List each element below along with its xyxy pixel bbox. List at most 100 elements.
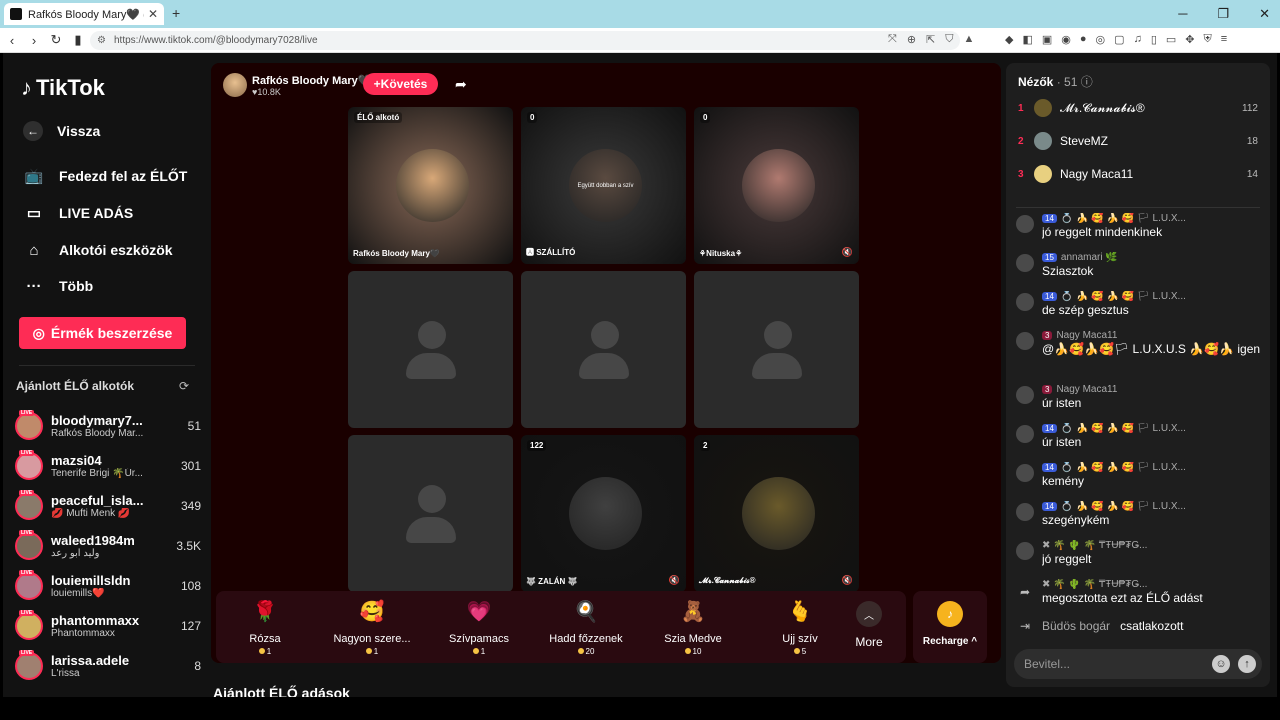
recommended-creator[interactable]: LIVE larissa.adele L'rissa 8 — [15, 649, 201, 683]
nav-more[interactable]: ··· Több — [23, 275, 94, 297]
recharge-button[interactable]: ♪ Recharge ^ — [913, 591, 987, 663]
vpn-icon[interactable]: ⛨ — [1204, 33, 1212, 46]
forward-icon[interactable]: › — [24, 33, 44, 48]
wallet-icon[interactable]: ▭ — [1166, 33, 1176, 46]
translate-icon[interactable]: ⤧ — [888, 33, 897, 46]
gift-item[interactable]: 💗 Szívpamacs 1 — [434, 597, 524, 657]
creator-subtitle: وليد ابو رعد — [51, 548, 100, 559]
back-icon[interactable]: ‹ — [2, 33, 22, 48]
menu-icon[interactable]: ≡ — [1221, 33, 1227, 46]
extensions-icon[interactable]: ✥ — [1185, 33, 1194, 46]
recommended-creator[interactable]: LIVE mazsi04 Tenerife Brigi 🌴Úr... 301 — [15, 449, 201, 483]
coin-icon — [365, 648, 372, 654]
extension-icon[interactable]: ◧ — [1022, 33, 1032, 46]
extension-icon[interactable]: ● — [1080, 33, 1087, 46]
recommended-creator[interactable]: LIVE bloodymary7... Rafkós Bloody Mar... 51 — [15, 409, 201, 443]
help-icon[interactable]: ⓘ — [1081, 75, 1093, 89]
guest-avatar — [742, 477, 815, 550]
minimize-icon[interactable]: ─ — [1178, 6, 1187, 22]
message-avatar[interactable] — [1016, 542, 1034, 560]
share-icon[interactable]: ➦ — [455, 76, 467, 93]
top-viewer-row[interactable]: 1 𝓜𝓻.𝓒𝓪𝓷𝓷𝓪𝓫𝓲𝓼® 112 — [1018, 97, 1258, 119]
message-username[interactable]: 💍 🍌 🥰 🍌 🥰 🏳 L.U.X... — [1061, 501, 1186, 512]
url-field[interactable]: ⚙ https://www.tiktok.com/@bloodymary7028… — [90, 31, 960, 50]
guest-video-tile[interactable]: 2 𝓜𝓻.𝓒𝓪𝓷𝓷𝓪𝓫𝓲𝓼® 🔇 — [694, 435, 859, 592]
guest-video-tile[interactable]: ÉLŐ alkotó Rafkós Bloody Mary🖤 — [348, 107, 513, 264]
refresh-icon[interactable]: ⟳ — [179, 379, 189, 393]
new-tab-icon[interactable]: + — [172, 5, 180, 21]
message-username[interactable]: 💍 🍌 🥰 🍌 🥰 🏳 L.U.X... — [1061, 291, 1186, 302]
browser-tab[interactable]: Rafkós Bloody Mary🖤 (@blo ✕ — [4, 3, 164, 25]
message-avatar[interactable] — [1016, 293, 1034, 311]
gift-item[interactable]: 🫰 Ujj szív 5 — [755, 597, 845, 657]
message-text: úr isten — [1042, 435, 1082, 449]
message-username[interactable]: annamari 🌿 — [1061, 252, 1118, 263]
tiktok-logo[interactable]: ♪ TikTok — [21, 75, 105, 101]
guest-name: ⚘Nituska⚘ — [699, 249, 743, 258]
recommended-creator[interactable]: LIVE louiemillsldn louiemills❤️ 108 — [15, 569, 201, 603]
rewards-icon[interactable]: ▲ — [964, 33, 975, 46]
top-viewer-row[interactable]: 3 Nagy Maca11 14 — [1018, 163, 1258, 185]
nav-explore-live[interactable]: 📺 Fedezd fel az ÉLŐT — [23, 165, 188, 187]
extension-icon[interactable]: ◉ — [1061, 33, 1071, 46]
extension-icon[interactable]: ▣ — [1042, 33, 1052, 46]
gift-item[interactable]: 🥰 Nagyon szere... 1 — [327, 597, 417, 657]
gift-item[interactable]: 🌹 Rózsa 1 — [220, 597, 310, 657]
extension-icon[interactable]: ▢ — [1114, 33, 1124, 46]
empty-guest-slot[interactable] — [694, 271, 859, 428]
guest-video-tile[interactable]: 122 🐺 ZALÁN 🐺 🔇 — [521, 435, 686, 592]
chat-input[interactable] — [1024, 655, 1204, 673]
recommended-creator[interactable]: LIVE phantommaxx Phantommaxx 127 — [15, 609, 201, 643]
message-avatar[interactable] — [1016, 332, 1034, 350]
gift-item[interactable]: 🍳 Hadd főzzenek 20 — [541, 597, 631, 657]
message-username[interactable]: 💍 🍌 🥰 🍌 🥰 🏳 L.U.X... — [1061, 462, 1186, 473]
restore-icon[interactable]: ❐ — [1217, 6, 1229, 22]
empty-guest-slot[interactable] — [348, 435, 513, 592]
sidebar-toggle-icon[interactable]: ▯ — [1151, 33, 1157, 46]
music-icon[interactable]: ♫ — [1134, 33, 1142, 46]
shield-icon[interactable]: ⛉ — [945, 33, 953, 46]
empty-guest-slot[interactable] — [348, 271, 513, 428]
top-viewer-row[interactable]: 2 SteveMZ 18 — [1018, 130, 1258, 152]
message-avatar[interactable] — [1016, 464, 1034, 482]
bookmark-icon[interactable]: ▮ — [68, 32, 88, 48]
message-avatar[interactable] — [1016, 254, 1034, 272]
zoom-icon[interactable]: ⊕ — [907, 33, 916, 46]
host-avatar[interactable] — [223, 73, 247, 97]
message-username[interactable]: Nagy Maca11 — [1056, 384, 1117, 395]
tab-close-icon[interactable]: ✕ — [148, 7, 158, 21]
reload-icon[interactable]: ↻ — [46, 32, 66, 48]
nav-back[interactable]: ← Vissza — [23, 121, 100, 141]
recommended-creator[interactable]: LIVE waleed1984m وليد ابو رعد 3.5K — [15, 529, 201, 563]
get-coins-button[interactable]: ◎ Érmék beszerzése — [19, 317, 186, 349]
share-page-icon[interactable]: ⇱ — [926, 33, 935, 46]
message-username[interactable]: 💍 🍌 🥰 🍌 🥰 🏳 L.U.X... — [1061, 423, 1186, 434]
send-icon[interactable]: ↑ — [1238, 655, 1256, 673]
more-gifts-button[interactable]: ︿ More — [854, 601, 884, 649]
nav-creator-tools[interactable]: ⌂ Alkotói eszközök — [23, 239, 172, 261]
level-badge: 14 — [1042, 292, 1057, 301]
site-info-icon[interactable]: ⚙ — [97, 31, 106, 50]
guest-video-tile[interactable]: 0 ⚘Nituska⚘ 🔇 — [694, 107, 859, 264]
window-close-icon[interactable]: ✕ — [1259, 6, 1270, 22]
extension-icon[interactable]: ◎ — [1096, 33, 1106, 46]
gift-item[interactable]: 🧸 Szia Medve 10 — [648, 597, 738, 657]
host-name[interactable]: Rafkós Bloody Mary🖤 — [252, 74, 371, 87]
message-avatar[interactable] — [1016, 425, 1034, 443]
message-username[interactable]: Nagy Maca11 — [1056, 330, 1117, 341]
message-body: 15 annamari 🌿 Sziasztok — [1042, 252, 1262, 278]
message-avatar[interactable] — [1016, 386, 1034, 404]
message-avatar[interactable] — [1016, 503, 1034, 521]
message-avatar[interactable] — [1016, 215, 1034, 233]
emoji-icon[interactable]: ☺ — [1212, 655, 1230, 673]
follow-button[interactable]: +Követés — [363, 73, 438, 95]
chat-message: ✖ 🌴 🌵 🌴 ₸ŦɄ₱₮Ǥ... jó reggelt — [1016, 540, 1262, 566]
message-username[interactable]: ✖ 🌴 🌵 🌴 ₸ŦɄ₱₮Ǥ... — [1042, 540, 1147, 551]
empty-guest-slot[interactable] — [521, 271, 686, 428]
message-username[interactable]: 💍 🍌 🥰 🍌 🥰 🏳 L.U.X... — [1061, 213, 1186, 224]
message-body: 14 💍 🍌 🥰 🍌 🥰 🏳 L.U.X... úr isten — [1042, 423, 1262, 449]
extension-icon[interactable]: ◆ — [1005, 33, 1013, 46]
nav-go-live[interactable]: ▭ LIVE ADÁS — [23, 202, 133, 224]
recommended-creator[interactable]: LIVE peaceful_isla... 💋 Mufti Menk 💋 349 — [15, 489, 201, 523]
guest-video-tile[interactable]: Együtt dobban a szív 0 🅰 SZÁLLÍTÓ — [521, 107, 686, 264]
